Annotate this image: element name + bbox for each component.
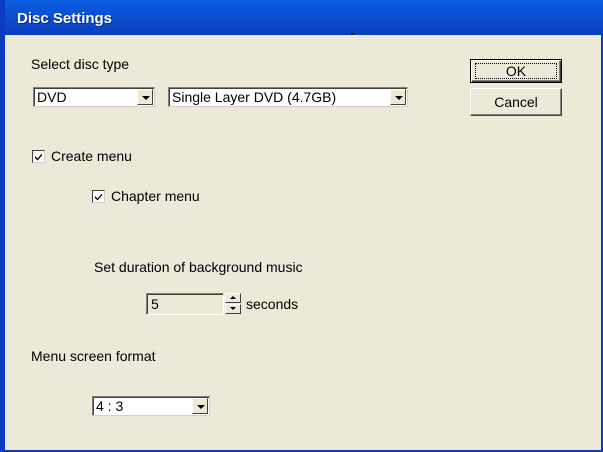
disc-settings-dialog: Disc Settings Select disc type DVD Singl… (0, 0, 603, 452)
chapter-menu-checkbox[interactable] (92, 190, 105, 203)
spin-up-icon[interactable] (225, 293, 241, 303)
cancel-button-label: Cancel (494, 94, 538, 110)
create-menu-checkbox[interactable] (32, 150, 45, 163)
focus-rectangle (475, 63, 557, 79)
create-menu-label[interactable]: Create menu (51, 148, 132, 164)
disc-capacity-dropdown[interactable]: Single Layer DVD (4.7GB) (168, 87, 408, 107)
disc-type-label: Select disc type (31, 56, 130, 72)
screen-format-dropdown[interactable]: 4 : 3 (92, 396, 210, 416)
window-title: Disc Settings (17, 10, 113, 27)
disc-capacity-value: Single Layer DVD (4.7GB) (172, 89, 337, 105)
disc-type-value: DVD (37, 89, 67, 105)
screen-format-label: Menu screen format (31, 348, 156, 364)
dialog-client-area: Select disc type DVD Single Layer DVD (4… (10, 35, 599, 448)
title-bar[interactable]: Disc Settings (5, 0, 603, 35)
chapter-menu-label[interactable]: Chapter menu (111, 188, 200, 204)
chevron-down-icon[interactable] (192, 398, 208, 414)
ok-button[interactable]: OK (470, 59, 562, 83)
disc-type-dropdown[interactable]: DVD (33, 87, 155, 107)
spin-down-icon[interactable] (225, 304, 241, 314)
music-duration-input[interactable]: 5 (146, 293, 224, 315)
music-duration-value: 5 (151, 296, 159, 312)
music-duration-unit: seconds (246, 296, 299, 312)
checkmark-icon (95, 193, 102, 201)
chevron-down-icon[interactable] (137, 89, 153, 105)
music-duration-label: Set duration of background music (94, 259, 303, 275)
screen-format-value: 4 : 3 (96, 398, 124, 414)
chevron-down-icon[interactable] (390, 89, 406, 105)
checkmark-icon (35, 153, 42, 161)
cancel-button[interactable]: Cancel (470, 88, 562, 116)
